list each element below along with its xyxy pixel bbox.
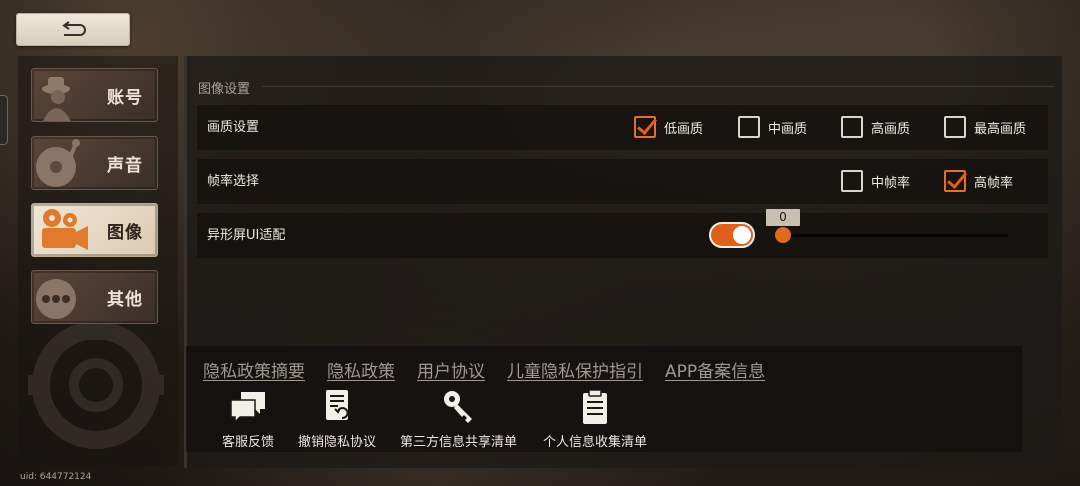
third-party-sharing-button[interactable]: 第三方信息共享清单 bbox=[400, 389, 517, 450]
option-label: 最高画质 bbox=[974, 121, 1027, 137]
sidebar-item-label: 其他 bbox=[107, 289, 143, 310]
edge-handle bbox=[0, 95, 8, 145]
option-label: 中画质 bbox=[768, 121, 808, 137]
revoke-privacy-button[interactable]: 撤销隐私协议 bbox=[298, 389, 376, 450]
chat-bubbles-icon bbox=[230, 392, 265, 424]
checkbox-checked[interactable] bbox=[944, 170, 966, 192]
revoke-document-icon bbox=[326, 390, 349, 420]
sidebar-item-label: 声音 bbox=[107, 155, 143, 176]
quality-option-low[interactable]: 低画质 bbox=[634, 116, 703, 138]
checkbox[interactable] bbox=[841, 116, 863, 138]
option-label: 中帧率 bbox=[871, 175, 911, 191]
tool-label: 第三方信息共享清单 bbox=[400, 435, 518, 450]
framerate-option-high[interactable]: 高帧率 bbox=[944, 170, 1013, 192]
checkbox[interactable] bbox=[944, 116, 966, 138]
framerate-row: 帧率选择 中帧率 高帧率 bbox=[197, 159, 1048, 204]
personal-info-list-button[interactable]: 个人信息收集清单 bbox=[543, 389, 647, 450]
sidebar-item-account[interactable]: 账号 bbox=[31, 68, 158, 122]
notch-slider-track[interactable] bbox=[783, 234, 1008, 237]
checkbox[interactable] bbox=[738, 116, 760, 138]
key-icon bbox=[443, 391, 472, 423]
divider bbox=[262, 86, 1054, 87]
return-arrow-icon bbox=[62, 20, 86, 36]
customer-feedback-button[interactable]: 客服反馈 bbox=[222, 389, 274, 450]
link-user-agreement[interactable]: 用户协议 bbox=[417, 357, 485, 382]
tool-label: 撤销隐私协议 bbox=[298, 435, 377, 450]
notch-label: 异形屏UI适配 bbox=[207, 228, 286, 243]
quality-option-medium[interactable]: 中画质 bbox=[738, 116, 807, 138]
section-title: 图像设置 bbox=[198, 82, 251, 97]
checkbox-checked[interactable] bbox=[634, 116, 656, 138]
sidebar-item-graphics[interactable]: 图像 bbox=[31, 203, 158, 257]
framerate-label: 帧率选择 bbox=[207, 174, 260, 189]
film-camera-icon bbox=[42, 209, 88, 250]
option-label: 高帧率 bbox=[974, 175, 1014, 191]
tool-label: 客服反馈 bbox=[222, 435, 275, 450]
back-button[interactable] bbox=[16, 13, 130, 46]
tool-label: 个人信息收集清单 bbox=[543, 435, 648, 450]
more-dots-icon bbox=[36, 279, 76, 319]
checkbox[interactable] bbox=[841, 170, 863, 192]
framerate-option-medium[interactable]: 中帧率 bbox=[841, 170, 910, 192]
link-privacy-summary[interactable]: 隐私政策摘要 bbox=[203, 357, 305, 382]
detective-icon bbox=[42, 77, 71, 121]
quality-option-high[interactable]: 高画质 bbox=[841, 116, 910, 138]
legal-links: 隐私政策摘要 隐私政策 用户协议 儿童隐私保护指引 APP备案信息 bbox=[203, 357, 765, 382]
sidebar-item-label: 图像 bbox=[107, 222, 143, 243]
toggle-knob bbox=[733, 226, 751, 244]
option-label: 高画质 bbox=[871, 121, 911, 137]
sidebar-item-other[interactable]: 其他 bbox=[31, 270, 158, 324]
turntable-icon bbox=[36, 139, 80, 187]
quality-row: 画质设置 低画质 中画质 高画质 最高画质 bbox=[197, 105, 1048, 150]
quality-option-highest[interactable]: 最高画质 bbox=[944, 116, 1026, 138]
link-child-privacy[interactable]: 儿童隐私保护指引 bbox=[507, 357, 643, 382]
notch-slider-handle[interactable] bbox=[775, 227, 791, 243]
link-app-filing[interactable]: APP备案信息 bbox=[665, 357, 765, 382]
sidebar-item-label: 账号 bbox=[107, 87, 143, 108]
notch-toggle[interactable] bbox=[709, 222, 755, 248]
link-privacy-policy[interactable]: 隐私政策 bbox=[327, 357, 395, 382]
gear-decoration-icon bbox=[28, 300, 164, 449]
uid-text: uid: 644772124 bbox=[20, 472, 92, 482]
quality-label: 画质设置 bbox=[207, 120, 260, 135]
sidebar-item-sound[interactable]: 声音 bbox=[31, 136, 158, 190]
clipboard-icon bbox=[583, 389, 607, 424]
option-label: 低画质 bbox=[664, 121, 704, 137]
slider-value-badge: 0 bbox=[766, 209, 800, 226]
